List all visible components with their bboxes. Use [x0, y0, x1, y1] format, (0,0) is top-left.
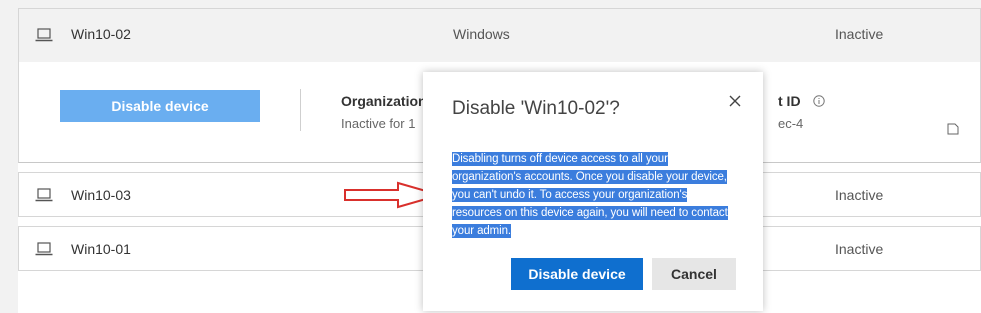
dialog-message: Disabling turns off device access to all… [452, 150, 734, 240]
device-name: Win10-01 [71, 241, 131, 257]
laptop-icon [35, 242, 53, 256]
laptop-icon [35, 28, 53, 42]
divider [300, 89, 301, 131]
device-name: Win10-03 [71, 187, 131, 203]
dialog-message-text: Disabling turns off device access to all… [452, 152, 728, 238]
device-status: Inactive [835, 187, 884, 203]
organization-label: Organization [341, 93, 427, 109]
cancel-button[interactable]: Cancel [652, 258, 736, 290]
dialog-title: Disable 'Win10-02'? [452, 98, 620, 119]
disable-device-button[interactable]: Disable device [60, 90, 260, 122]
confirm-disable-button[interactable]: Disable device [511, 258, 643, 290]
close-icon[interactable] [728, 94, 742, 108]
info-icon[interactable] [813, 95, 825, 107]
organization-value: Inactive for 1 [341, 116, 416, 131]
device-row-header[interactable]: Win10-02 Windows Inactive [19, 9, 980, 62]
device-status: Inactive [835, 26, 884, 42]
device-name: Win10-02 [71, 26, 131, 42]
device-os: Windows [453, 26, 510, 42]
disable-device-dialog: Disable 'Win10-02'? Disabling turns off … [423, 72, 763, 311]
copy-icon[interactable] [946, 122, 960, 136]
laptop-icon [35, 188, 53, 202]
tenant-id-value: ec-4 [778, 116, 804, 131]
tenant-id-label: t ID [778, 93, 801, 109]
device-status: Inactive [835, 241, 884, 257]
